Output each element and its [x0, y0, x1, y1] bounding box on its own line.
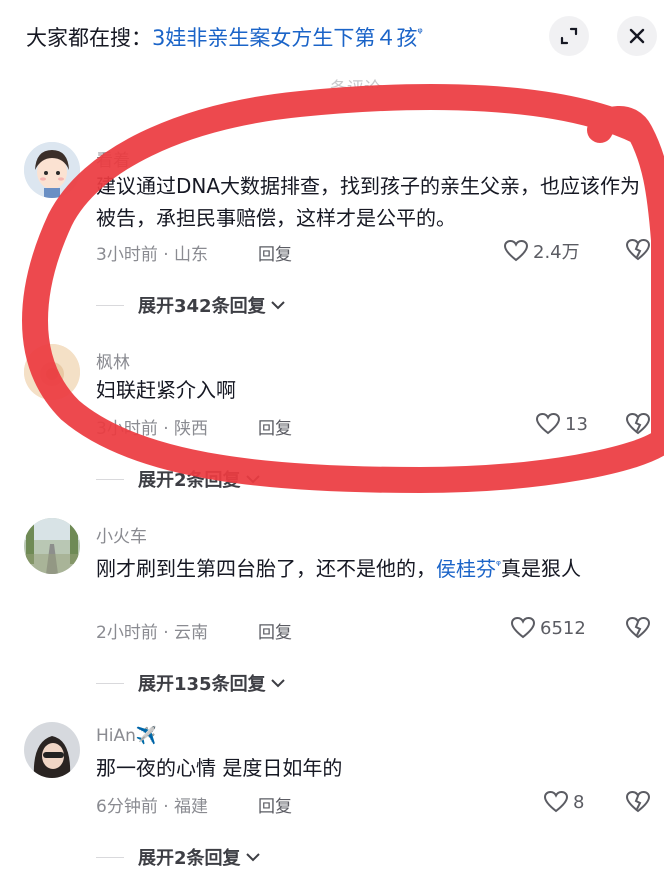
avatar[interactable]: [24, 518, 80, 574]
heart-icon: [503, 239, 529, 262]
avatar[interactable]: [24, 142, 80, 198]
dislike-button[interactable]: [625, 790, 651, 818]
divider-line: [96, 682, 124, 684]
like-count: 8: [573, 791, 585, 813]
comment-author[interactable]: 枫林: [96, 348, 130, 373]
comment-text-part: 刚才刷到生第四台胎了，还不是他的，: [96, 556, 436, 581]
search-icon: ᵠ: [417, 26, 423, 41]
mention-name: 侯桂芬: [436, 556, 496, 581]
dislike-button[interactable]: [625, 616, 651, 644]
comment-author[interactable]: 小火车: [96, 522, 147, 547]
comment-text: 建议通过DNA大数据排查，找到孩子的亲生父亲，也应该作为被告，承担民事赔偿，这样…: [96, 174, 641, 230]
comment-text: 妇联赶紧介入啊: [96, 378, 236, 402]
divider-line: [96, 478, 124, 480]
expand-replies-button[interactable]: 展开2条回复: [96, 466, 261, 492]
chevron-down-icon: [245, 475, 260, 484]
heart-icon: [535, 412, 561, 435]
expand-replies-label: 展开135条回复: [138, 674, 266, 695]
heart-icon: [510, 616, 536, 639]
reply-button[interactable]: 回复: [258, 792, 292, 817]
broken-heart-icon: [625, 790, 651, 813]
expand-icon: [560, 27, 578, 45]
comment-meta: 6分钟前 · 福建: [96, 797, 209, 817]
comment-author[interactable]: 看着: [96, 146, 130, 171]
dislike-button[interactable]: [625, 412, 651, 440]
expand-button[interactable]: [549, 16, 589, 56]
hot-search-label: 大家都在搜：: [26, 26, 152, 50]
chevron-down-icon: [245, 853, 260, 862]
expand-replies-button[interactable]: 展开342条回复: [96, 292, 286, 318]
chevron-down-icon: [270, 679, 285, 688]
broken-heart-icon: [625, 412, 651, 435]
comment-text-part: 真是狠人: [501, 556, 581, 581]
expand-replies-label: 展开2条回复: [138, 848, 241, 869]
close-icon: [629, 28, 645, 44]
like-count: 6512: [540, 617, 586, 639]
like-button[interactable]: 6512: [510, 616, 586, 640]
divider-line: [96, 856, 124, 858]
comment-author[interactable]: HiAn✈️: [96, 726, 157, 746]
top-bar: 大家都在搜：3娃非亲生案女方生下第４孩ᵠ: [0, 0, 664, 74]
hot-search-query[interactable]: 3娃非亲生案女方生下第４孩: [152, 26, 417, 50]
heart-icon: [543, 790, 569, 813]
like-button[interactable]: 2.4万: [503, 238, 580, 264]
reply-button[interactable]: 回复: [258, 240, 292, 265]
comment-text: 那一夜的心情 是度日如年的: [96, 756, 343, 780]
chevron-down-icon: [270, 301, 285, 310]
close-button[interactable]: [617, 16, 657, 56]
avatar-image: [24, 142, 80, 198]
comment-meta: 3小时前 · 陕西: [96, 419, 209, 439]
avatar[interactable]: [24, 722, 80, 778]
like-button[interactable]: 8: [543, 790, 584, 814]
comment-meta: 2小时前 · 云南: [96, 623, 209, 643]
avatar-image: [24, 518, 80, 574]
comment-text: 刚才刷到生第四台胎了，还不是他的，侯桂芬ᵠ真是狠人: [96, 548, 644, 585]
dislike-button[interactable]: [625, 238, 651, 266]
avatar-image: [24, 722, 80, 778]
avatar-image: [24, 344, 80, 400]
reply-button[interactable]: 回复: [258, 414, 292, 439]
expand-replies-label: 展开2条回复: [138, 470, 241, 491]
like-count: 2.4万: [533, 242, 580, 263]
expand-replies-button[interactable]: 展开2条回复: [96, 844, 261, 870]
mention-link[interactable]: 侯桂芬ᵠ: [436, 557, 501, 581]
broken-heart-icon: [625, 616, 651, 639]
comment-meta: 3小时前 · 山东: [96, 245, 209, 265]
like-button[interactable]: 13: [535, 412, 588, 436]
broken-heart-icon: [625, 238, 651, 261]
comment-count-header: 条评论: [330, 74, 381, 88]
hot-search-bar[interactable]: 大家都在搜：3娃非亲生案女方生下第４孩ᵠ: [26, 22, 423, 52]
divider-line: [96, 304, 124, 306]
avatar[interactable]: [24, 344, 80, 400]
expand-replies-label: 展开342条回复: [138, 296, 266, 317]
like-count: 13: [565, 413, 588, 435]
reply-button[interactable]: 回复: [258, 618, 292, 643]
expand-replies-button[interactable]: 展开135条回复: [96, 670, 286, 696]
